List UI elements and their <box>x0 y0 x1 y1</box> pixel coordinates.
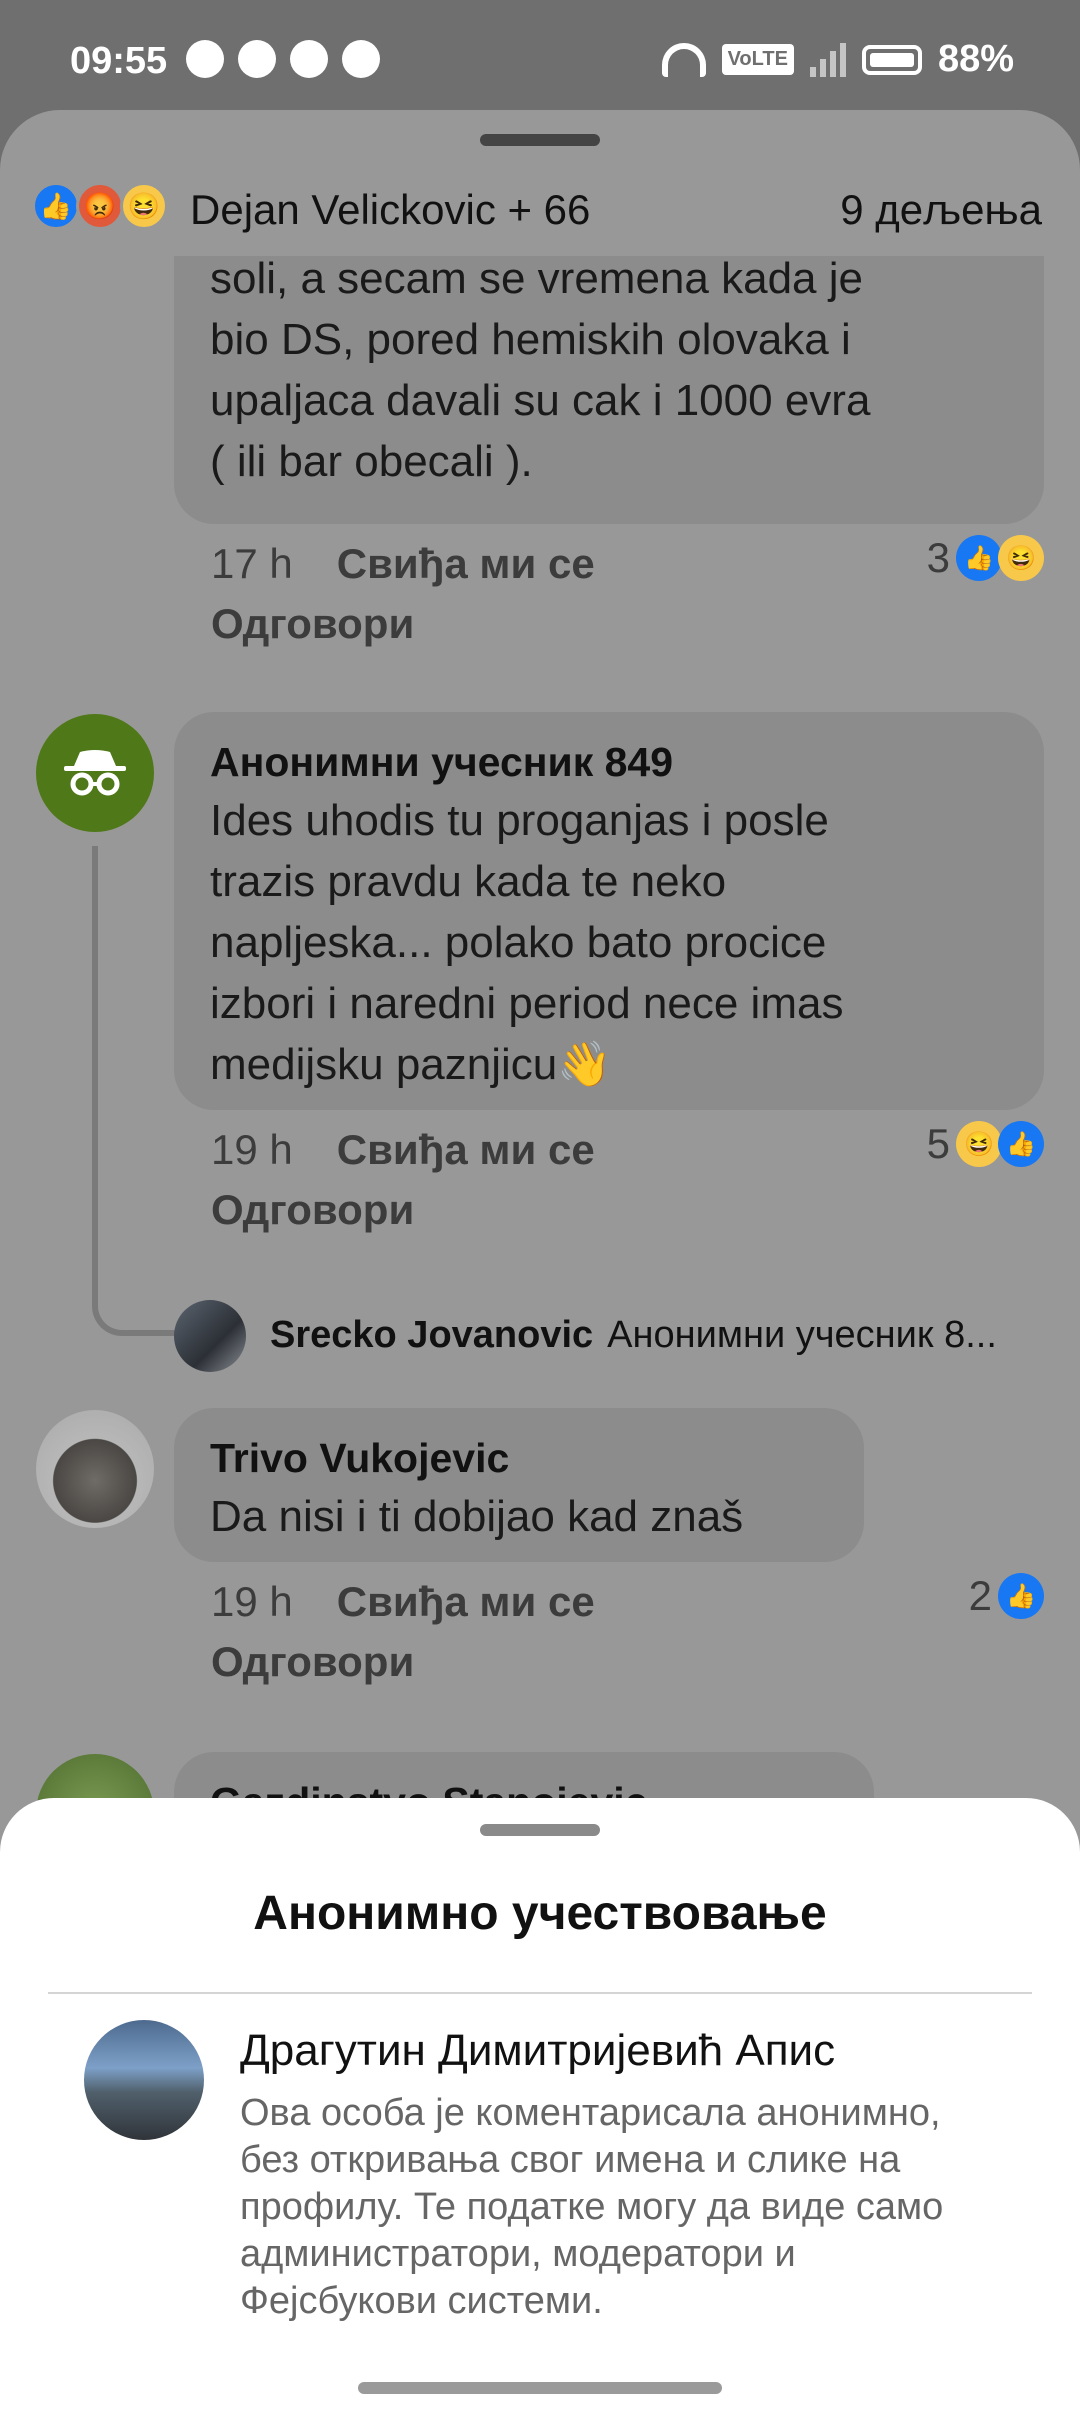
comment-text-line: medijsku paznjicu👋 <box>210 1040 613 1089</box>
comment-text-line: soli, a secam se vremena kada je <box>210 254 863 303</box>
comment-time: 19 h <box>211 1578 293 1625</box>
snapchat-icon <box>238 40 276 78</box>
volte-badge: VoLTE <box>721 44 794 75</box>
like-icon: 👍 <box>32 182 80 230</box>
reaction-count: 2 <box>968 1572 992 1619</box>
status-bar: 09:55 VoLTE 88% <box>0 0 1080 110</box>
comment-reactions[interactable]: 2 👍 <box>969 1572 1044 1620</box>
person-add-icon <box>290 40 328 78</box>
profile-avatar <box>84 2020 204 2140</box>
haha-icon: 😆 <box>956 1121 1002 1167</box>
haha-icon: 😆 <box>998 535 1044 581</box>
comment-meta: 17 h Свиђа ми се <box>211 540 595 588</box>
comment-text: Da nisi i ti dobijao kad znaš <box>210 1492 744 1541</box>
signal-icon <box>809 42 846 77</box>
comment-bubble[interactable]: Trivo Vukojevic Da nisi i ti dobijao kad… <box>174 1408 864 1562</box>
like-icon: 👍 <box>998 1573 1044 1619</box>
reply-button[interactable]: Одговори <box>211 600 414 648</box>
comment-text-line: upaljaca davali su cak i 1000 evra <box>210 376 871 425</box>
battery-icon <box>861 44 922 75</box>
profile-name: Драгутин Димитријевић Апис <box>240 2026 836 2075</box>
comment-author[interactable]: Анонимни учесник 849 <box>210 734 1008 790</box>
thread-line <box>92 846 178 1336</box>
reply-button[interactable]: Одговори <box>211 1638 414 1686</box>
divider <box>48 1992 1032 1994</box>
drag-handle[interactable] <box>480 134 600 146</box>
reply-button[interactable]: Одговори <box>211 1186 414 1234</box>
like-button[interactable]: Свиђа ми се <box>337 1126 595 1173</box>
shares-link[interactable]: 9 дељења <box>840 186 1042 234</box>
reaction-count: 5 <box>926 1120 950 1167</box>
home-indicator[interactable] <box>358 2382 722 2394</box>
comment-text-line: bio DS, pored hemiskih olovaka i <box>210 315 851 364</box>
facebook-icon <box>342 40 380 78</box>
reaction-summary[interactable]: 👍 😡 😆 <box>32 182 168 230</box>
comment-meta: 19 h Свиђа ми се <box>211 1126 595 1174</box>
incognito-icon <box>64 750 126 796</box>
haha-icon: 😆 <box>120 182 168 230</box>
angry-icon: 😡 <box>76 182 124 230</box>
reply-author: Srecko Jovanovic <box>270 1314 594 1356</box>
like-button[interactable]: Свиђа ми се <box>337 540 595 587</box>
wifi-icon <box>661 42 706 77</box>
anonymous-avatar[interactable] <box>36 714 154 832</box>
reactors-link[interactable]: Dejan Velickovic + 66 <box>190 186 590 234</box>
comment-time: 19 h <box>211 1126 293 1173</box>
reply-avatar[interactable] <box>174 1300 246 1372</box>
reactions-header: 👍 😡 😆 Dejan Velickovic + 66 9 дељења <box>0 170 1080 250</box>
drag-handle[interactable] <box>480 1824 600 1836</box>
comment-text-line: trazis pravdu kada te neko <box>210 857 727 906</box>
status-time: 09:55 <box>70 40 168 82</box>
comment-text-line: Ides uhodis tu proganjas i posle <box>210 796 829 845</box>
battery-level: 88% <box>937 38 1014 80</box>
anonymous-description: Ова особа је коментарисала анонимно, без… <box>240 2092 944 2322</box>
comment-author[interactable]: Trivo Vukojevic <box>210 1430 828 1486</box>
alarm-icon <box>186 40 224 78</box>
reply-text: Анонимни учесник 8... <box>607 1314 997 1356</box>
notification-icons <box>186 40 380 78</box>
user-avatar[interactable] <box>36 1410 154 1528</box>
comment-text-line: napljeska... polako bato procice <box>210 918 827 967</box>
like-button[interactable]: Свиђа ми се <box>337 1578 595 1625</box>
reaction-count: 3 <box>926 534 950 581</box>
sheet-title: Анонимно учествовање <box>253 1887 827 1940</box>
comment-time: 17 h <box>211 540 293 587</box>
comment-reactions[interactable]: 3 👍 😆 <box>927 534 1044 582</box>
like-icon: 👍 <box>956 535 1002 581</box>
like-icon: 👍 <box>998 1121 1044 1167</box>
reply-preview[interactable]: Srecko Jovanovic Анонимни учесник 8... <box>270 1314 997 1357</box>
comment-bubble[interactable]: soli, a secam se vremena kada je bio DS,… <box>174 254 1044 524</box>
anonymous-info-sheet: Анонимно учествовање Драгутин Димитријев… <box>0 1798 1080 2412</box>
comment-reactions[interactable]: 5 😆 👍 <box>927 1120 1044 1168</box>
comment-bubble[interactable]: Анонимни учесник 849 Ides uhodis tu prog… <box>174 712 1044 1110</box>
comment-text-line: izbori i naredni period nece imas <box>210 979 844 1028</box>
comment-text-line: ( ili bar obecali ). <box>210 437 533 486</box>
comment-meta: 19 h Свиђа ми се <box>211 1578 595 1626</box>
